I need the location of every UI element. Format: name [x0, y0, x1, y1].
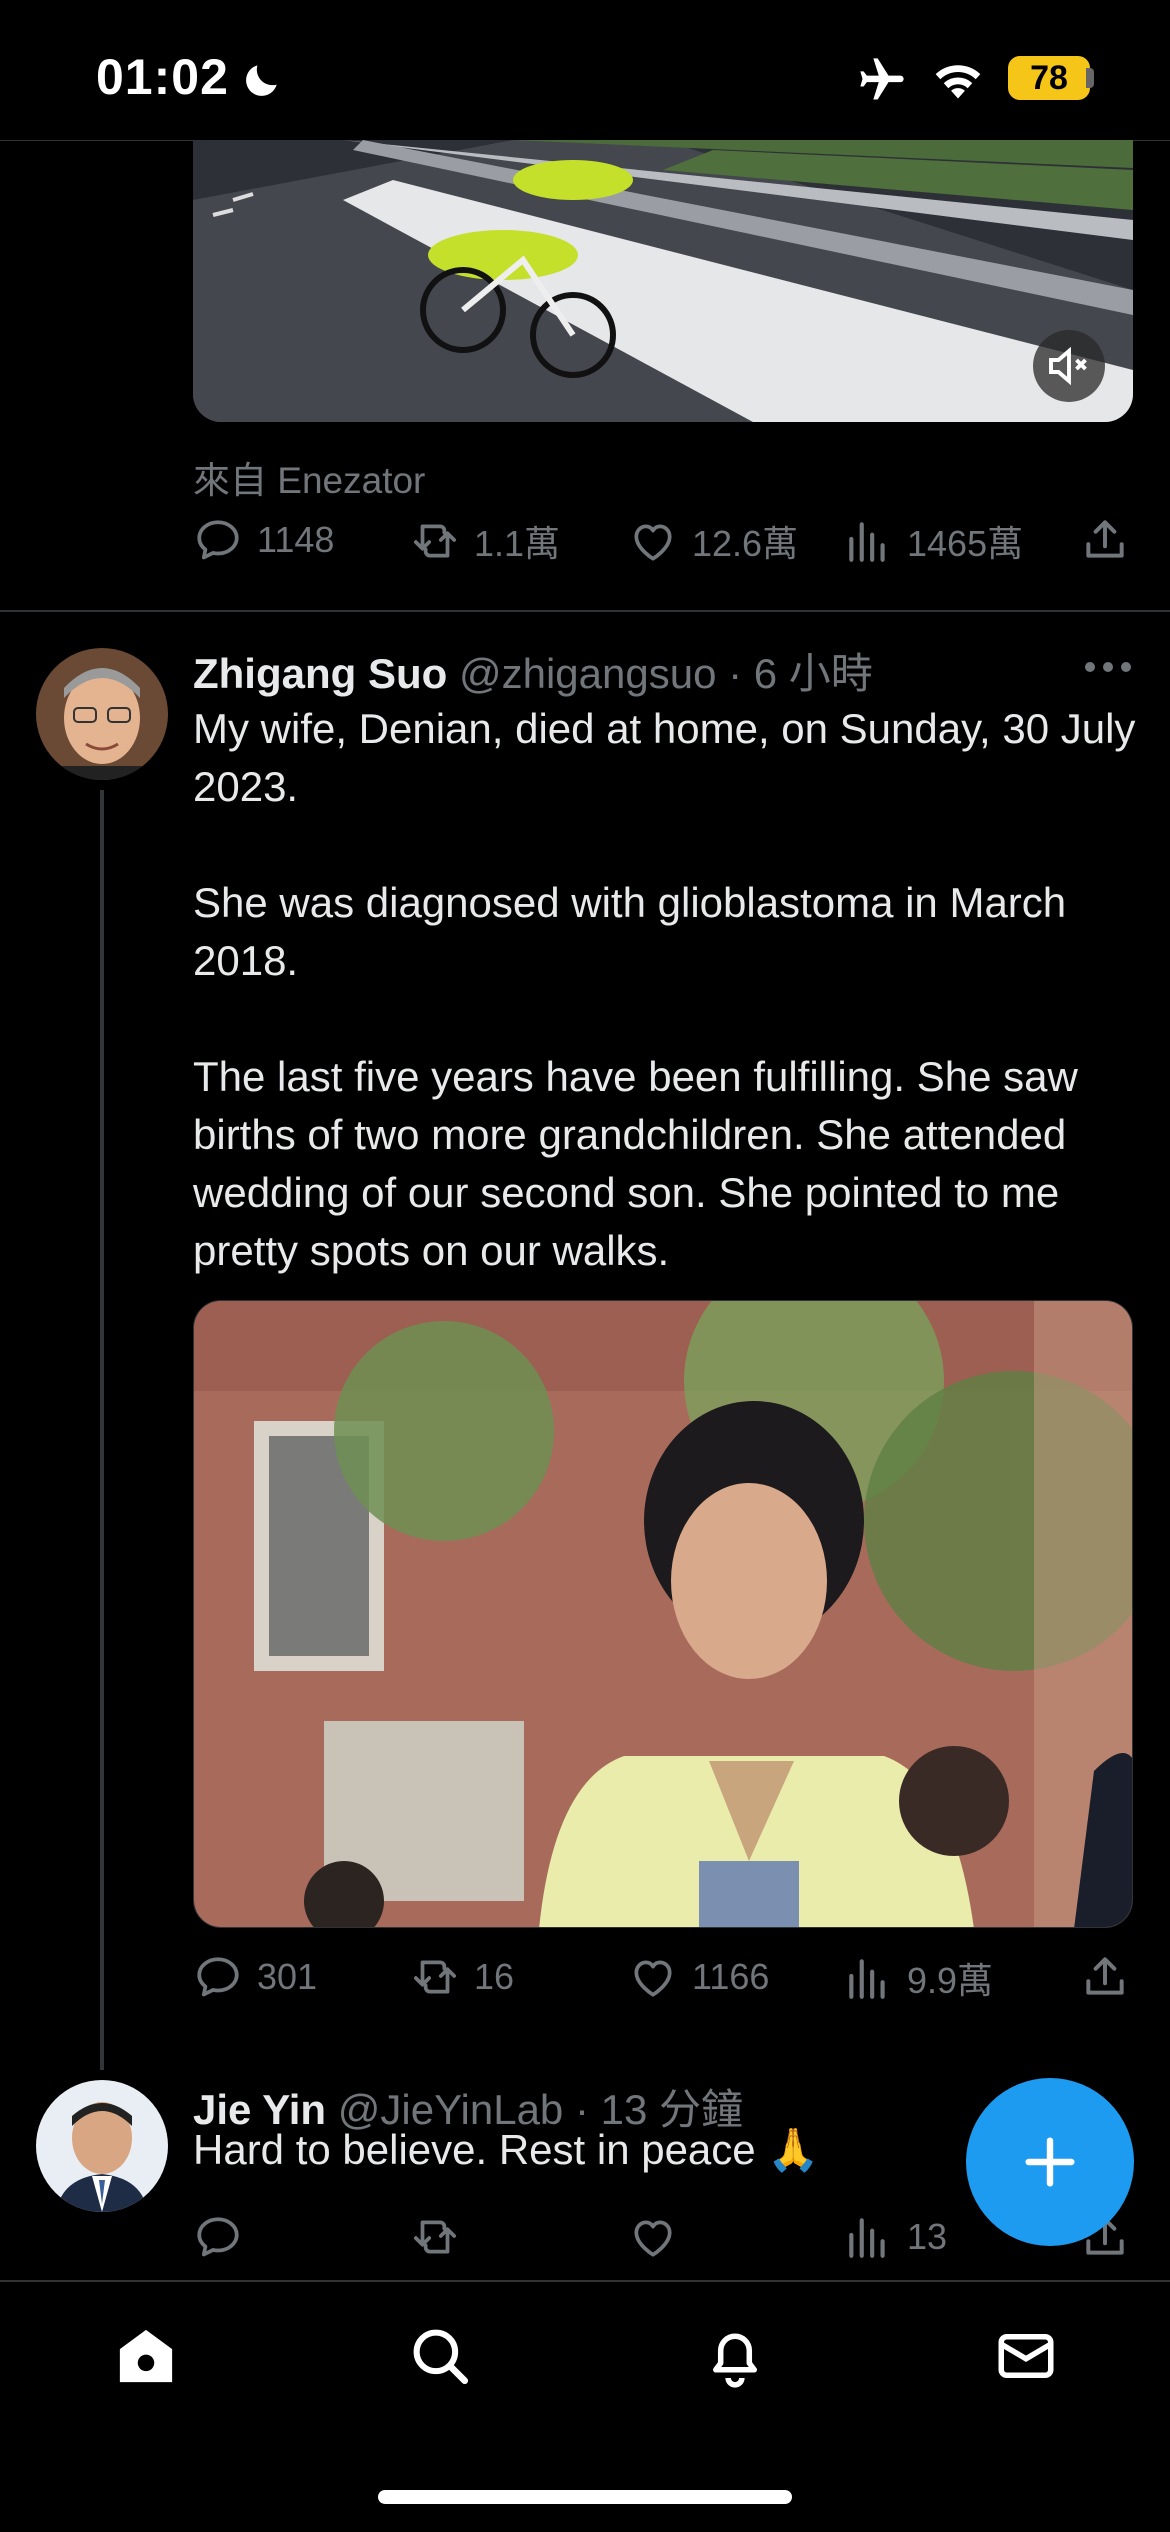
like-count: 12.6萬: [692, 523, 799, 564]
retweet-icon: [410, 516, 460, 566]
tweet-paragraph: The last five years have been fulfilling…: [193, 1053, 1078, 1274]
reply-action[interactable]: 301: [193, 1952, 317, 2002]
home-icon[interactable]: [113, 2323, 179, 2389]
video-source-attribution[interactable]: 來自 Enezator: [193, 450, 425, 504]
share-icon: [1080, 515, 1130, 565]
reply-action[interactable]: 1148: [193, 515, 334, 565]
video-media[interactable]: [193, 140, 1133, 422]
avatar-image: [36, 648, 168, 780]
reply-action[interactable]: [193, 2212, 257, 2262]
bar-chart-icon: [843, 2212, 893, 2262]
author-handle-time[interactable]: @zhigangsuo · 6 小時: [459, 650, 873, 697]
bar-chart-icon: [843, 1953, 893, 2003]
heart-icon: [628, 1952, 678, 2002]
speech-bubble-icon: [193, 2212, 243, 2262]
retweet-action[interactable]: [410, 2212, 474, 2262]
wifi-icon: [935, 65, 981, 99]
views-count: 1465萬: [907, 523, 1024, 564]
views-count: 9.9萬: [907, 1960, 994, 2001]
mail-icon[interactable]: [993, 2323, 1059, 2389]
retweet-icon: [410, 2212, 460, 2262]
moon-icon: [246, 65, 277, 96]
like-count: 1166: [692, 1956, 770, 1997]
views-count: 13: [907, 2216, 948, 2257]
battery-indicator: 78: [1008, 56, 1090, 100]
views-action[interactable]: 13: [843, 2212, 947, 2262]
tweet-divider: [0, 610, 1170, 612]
airplane-icon: [860, 58, 904, 100]
plus-icon: [1025, 2137, 1075, 2187]
retweet-icon: [410, 1952, 460, 2002]
like-action[interactable]: 12.6萬: [628, 515, 798, 567]
tweet-body: My wife, Denian, died at home, on Sunday…: [193, 700, 1143, 1280]
heart-icon: [628, 516, 678, 566]
retweet-count: 1.1萬: [474, 523, 561, 564]
retweet-action[interactable]: 16: [410, 1952, 514, 2002]
author-name[interactable]: Zhigang Suo: [193, 650, 447, 697]
share-action[interactable]: [1080, 1952, 1144, 2002]
reply-tweet-text: Hard to believe. Rest in peace 🙏: [193, 2126, 820, 2173]
battery-tip: [1086, 68, 1094, 88]
retweet-action[interactable]: 1.1萬: [410, 515, 560, 567]
speaker-muted-icon: [1049, 346, 1087, 386]
photo-image: [194, 1301, 1132, 1927]
like-action[interactable]: [628, 2212, 692, 2262]
mute-button[interactable]: [1033, 330, 1105, 402]
avatar-zhigang-suo[interactable]: [36, 648, 168, 780]
tweet-author-line: Zhigang Suo @zhigangsuo · 6 小時: [193, 640, 873, 701]
tweet-photo[interactable]: [193, 1300, 1133, 1928]
share-icon: [1080, 1952, 1130, 2002]
avatar-jie-yin[interactable]: [36, 2080, 168, 2212]
status-bar: 01:02 78: [0, 0, 1170, 140]
reply-count: 301: [257, 1956, 318, 1997]
more-options-icon[interactable]: [1084, 660, 1132, 674]
reply-count: 1148: [257, 519, 335, 560]
speech-bubble-icon: [193, 1952, 243, 2002]
compose-button[interactable]: [966, 2078, 1134, 2246]
home-indicator: [378, 2490, 792, 2504]
thread-connector-line: [100, 790, 104, 2070]
views-action[interactable]: 1465萬: [843, 515, 1023, 567]
bar-chart-icon: [843, 516, 893, 566]
retweet-count: 16: [474, 1956, 515, 1997]
status-time: 01:02: [96, 49, 229, 105]
tweet-paragraph: My wife, Denian, died at home, on Sunday…: [193, 705, 1136, 810]
views-action[interactable]: 9.9萬: [843, 1952, 993, 2004]
tweet-paragraph: She was diagnosed with glioblastoma in M…: [193, 879, 1067, 984]
video-frame: [193, 140, 1133, 422]
like-action[interactable]: 1166: [628, 1952, 769, 2002]
heart-icon: [628, 2212, 678, 2262]
share-action[interactable]: [1080, 515, 1144, 565]
bell-icon[interactable]: [702, 2323, 768, 2389]
avatar-image: [36, 2080, 168, 2212]
search-icon[interactable]: [407, 2323, 473, 2389]
speech-bubble-icon: [193, 515, 243, 565]
